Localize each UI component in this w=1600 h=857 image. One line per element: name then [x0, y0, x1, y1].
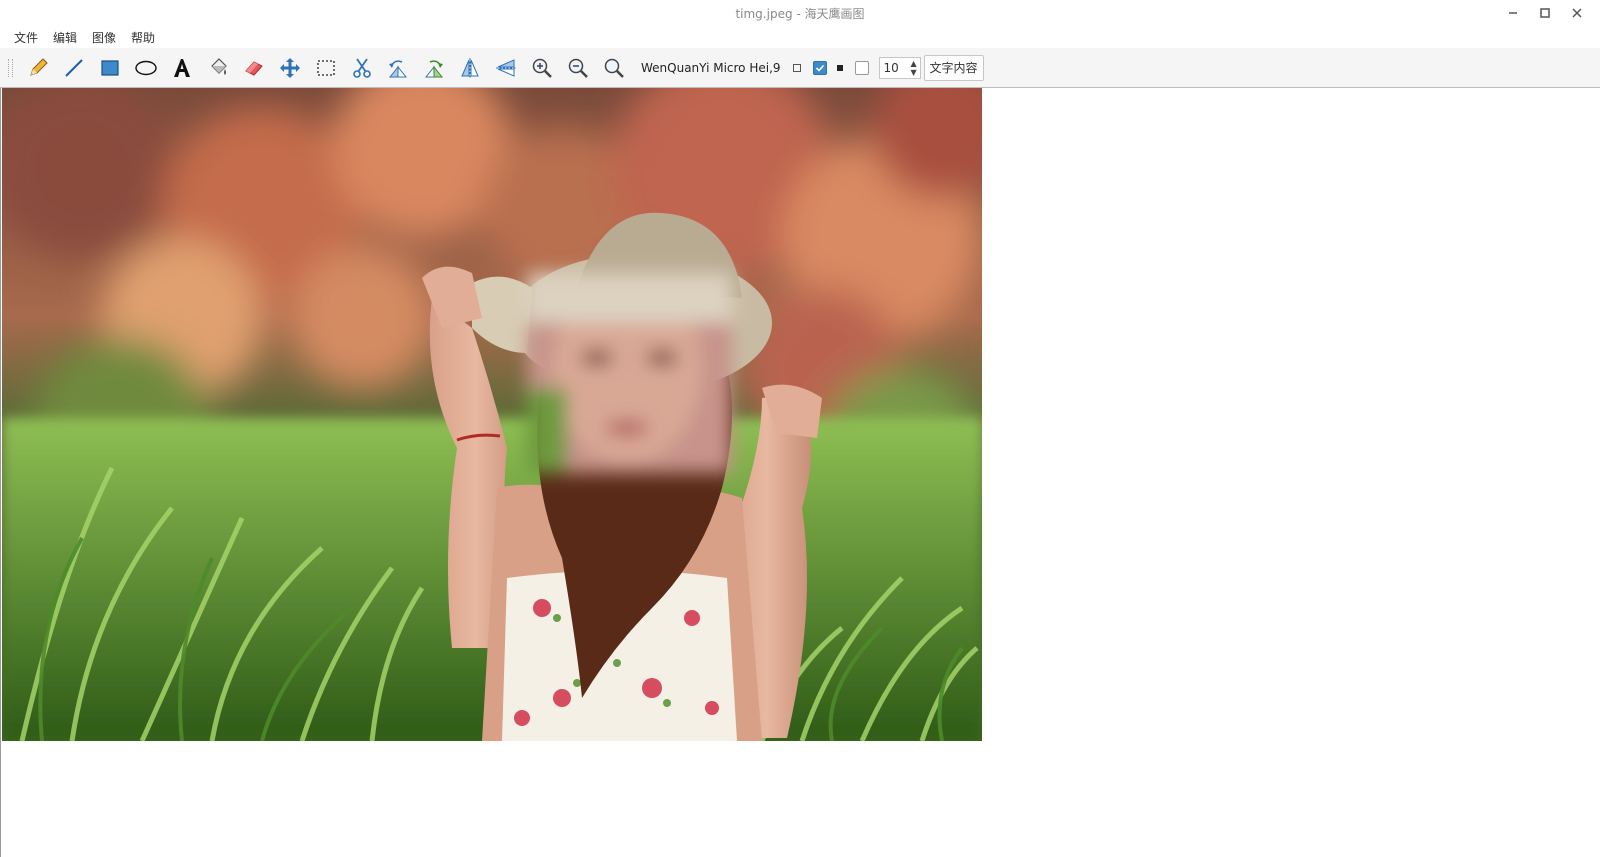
rotate-left-icon[interactable] — [381, 53, 415, 83]
spin-arrows[interactable]: ▲ ▼ — [908, 59, 920, 77]
flip-vertical-icon[interactable] — [489, 53, 523, 83]
toolbar: WenQuanYi Micro Hei,9 10 ▲ ▼ 文字内容 — [0, 48, 1600, 88]
rotate-right-icon[interactable] — [417, 53, 451, 83]
close-icon[interactable] — [1566, 2, 1588, 24]
minimize-icon[interactable] — [1502, 2, 1524, 24]
fill-bucket-icon[interactable] — [201, 53, 235, 83]
size-spinbox[interactable]: 10 ▲ ▼ — [878, 56, 921, 79]
zoom-out-icon[interactable] — [561, 53, 595, 83]
menu-image[interactable]: 图像 — [86, 27, 122, 48]
text-content-button[interactable]: 文字内容 — [923, 54, 984, 81]
maximize-icon[interactable] — [1534, 2, 1556, 24]
chevron-up-icon[interactable]: ▲ — [910, 59, 916, 68]
move-icon[interactable] — [273, 53, 307, 83]
menu-edit[interactable]: 编辑 — [47, 27, 83, 48]
border-color-swatch[interactable] — [792, 63, 801, 72]
fill-checkbox[interactable] — [812, 60, 827, 75]
text-icon[interactable] — [165, 53, 199, 83]
menu-bar: 文件 编辑 图像 帮助 — [0, 26, 1600, 48]
title-bar: timg.jpeg - 海天鹰画图 — [0, 0, 1600, 26]
flip-horizontal-icon[interactable] — [453, 53, 487, 83]
select-rect-icon[interactable] — [309, 53, 343, 83]
fill-color-swatch[interactable] — [836, 64, 843, 71]
ellipse-icon[interactable] — [129, 53, 163, 83]
photo-illustration — [2, 88, 982, 741]
zoom-original-icon[interactable] — [597, 53, 631, 83]
pencil-icon[interactable] — [21, 53, 55, 83]
font-select-label[interactable]: WenQuanYi Micro Hei,9 — [641, 61, 781, 75]
eraser-icon[interactable] — [237, 53, 271, 83]
cut-icon[interactable] — [345, 53, 379, 83]
toolbar-grip[interactable] — [8, 58, 13, 77]
checkmark-icon — [815, 64, 824, 72]
size-value: 10 — [883, 60, 899, 75]
menu-help[interactable]: 帮助 — [125, 27, 161, 48]
chevron-down-icon[interactable]: ▼ — [910, 68, 916, 77]
drawing-canvas[interactable] — [0, 88, 1600, 857]
outline-checkbox[interactable] — [854, 60, 869, 75]
zoom-in-icon[interactable] — [525, 53, 559, 83]
canvas-image[interactable] — [2, 88, 982, 741]
menu-file[interactable]: 文件 — [8, 27, 44, 48]
window-title: timg.jpeg - 海天鹰画图 — [735, 6, 865, 21]
line-icon[interactable] — [57, 53, 91, 83]
window-controls — [1502, 0, 1588, 26]
rectangle-icon[interactable] — [93, 53, 127, 83]
